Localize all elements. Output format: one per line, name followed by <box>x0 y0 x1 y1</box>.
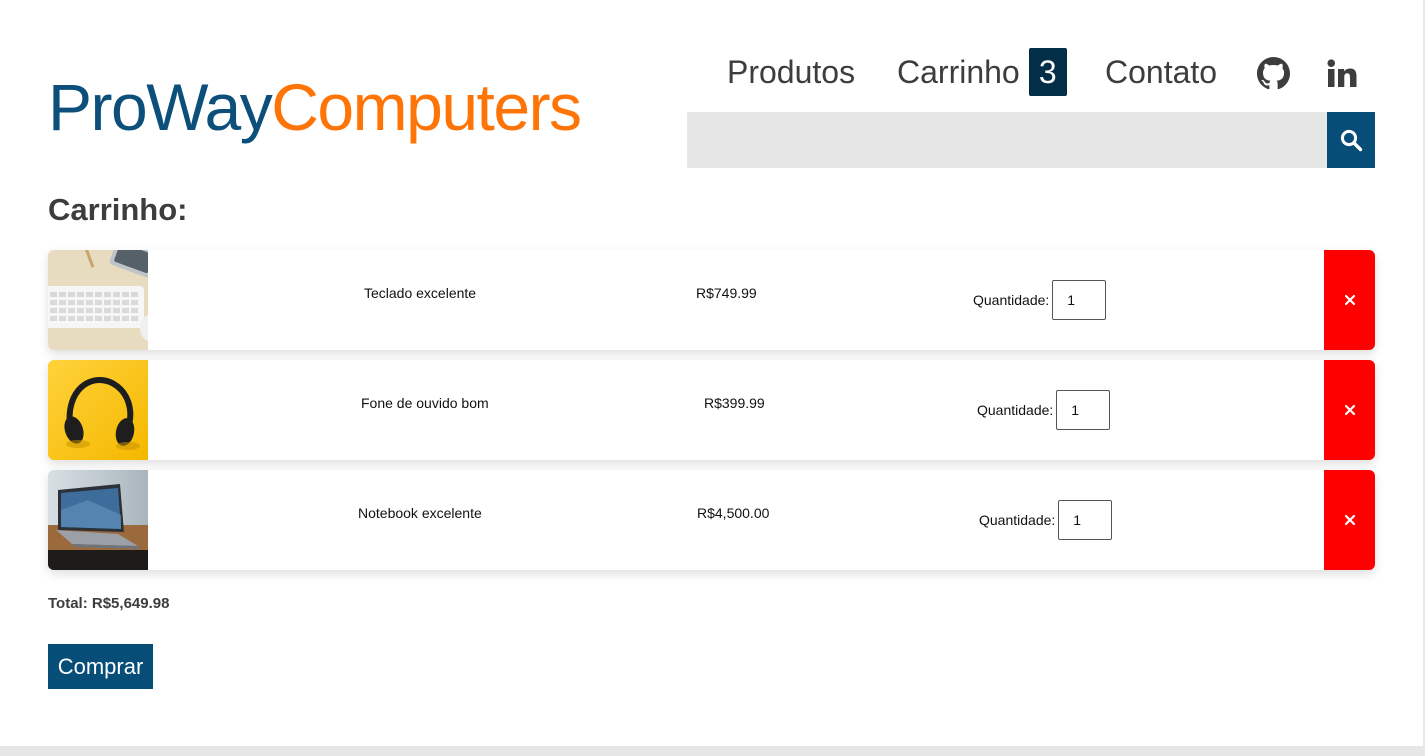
logo-part-1: ProWay <box>48 70 273 144</box>
close-icon <box>1344 294 1355 306</box>
item-price: R$399.99 <box>704 395 765 411</box>
quantity-label: Quantidade: <box>973 292 1050 308</box>
item-price: R$749.99 <box>696 285 757 301</box>
quantity-control: Quantidade: <box>977 390 1111 430</box>
headphones-photo <box>48 360 148 460</box>
cart-item: Notebook excelente R$4,500.00 Quantidade… <box>48 470 1375 570</box>
laptop-photo <box>48 470 148 570</box>
quantity-control: Quantidade: <box>979 500 1113 540</box>
item-price: R$4,500.00 <box>697 505 770 521</box>
close-icon <box>1344 404 1355 416</box>
close-icon <box>1344 514 1355 526</box>
quantity-control: Quantidade: <box>973 280 1107 320</box>
cart-item: Teclado excelente R$749.99 Quantidade: <box>48 250 1375 350</box>
logo[interactable]: ProWayComputers <box>48 74 582 140</box>
nav-carrinho[interactable]: Carrinho 3 <box>897 48 1067 96</box>
nav-carrinho-label: Carrinho <box>897 53 1020 90</box>
cart-total: Total: R$5,649.98 <box>48 595 170 612</box>
quantity-input[interactable] <box>1052 280 1107 320</box>
quantity-input[interactable] <box>1058 500 1113 540</box>
quantity-label: Quantidade: <box>977 402 1054 418</box>
search-button[interactable] <box>1327 112 1375 168</box>
cart-count-badge: 3 <box>1028 48 1067 96</box>
nav-produtos[interactable]: Produtos <box>727 48 855 96</box>
item-name: Teclado excelente <box>364 285 477 301</box>
remove-item-button[interactable] <box>1324 360 1375 460</box>
item-name: Fone de ouvido bom <box>361 395 489 411</box>
footer-bar <box>0 746 1425 756</box>
cart-item: Fone de ouvido bom R$399.99 Quantidade: <box>48 360 1375 460</box>
github-icon[interactable] <box>1256 56 1290 90</box>
linkedin-icon[interactable] <box>1326 58 1358 88</box>
keyboard-photo <box>48 250 148 350</box>
search-icon <box>1340 129 1363 152</box>
quantity-input[interactable] <box>1056 390 1111 430</box>
buy-button[interactable]: Comprar <box>48 644 153 689</box>
item-name: Notebook excelente <box>358 505 482 521</box>
remove-item-button[interactable] <box>1324 250 1375 350</box>
nav-contato[interactable]: Contato <box>1105 48 1217 96</box>
logo-part-2: Computers <box>271 70 582 144</box>
remove-item-button[interactable] <box>1324 470 1375 570</box>
search-input[interactable] <box>687 112 1327 168</box>
quantity-label: Quantidade: <box>979 512 1056 528</box>
cart-title: Carrinho: <box>48 192 188 227</box>
